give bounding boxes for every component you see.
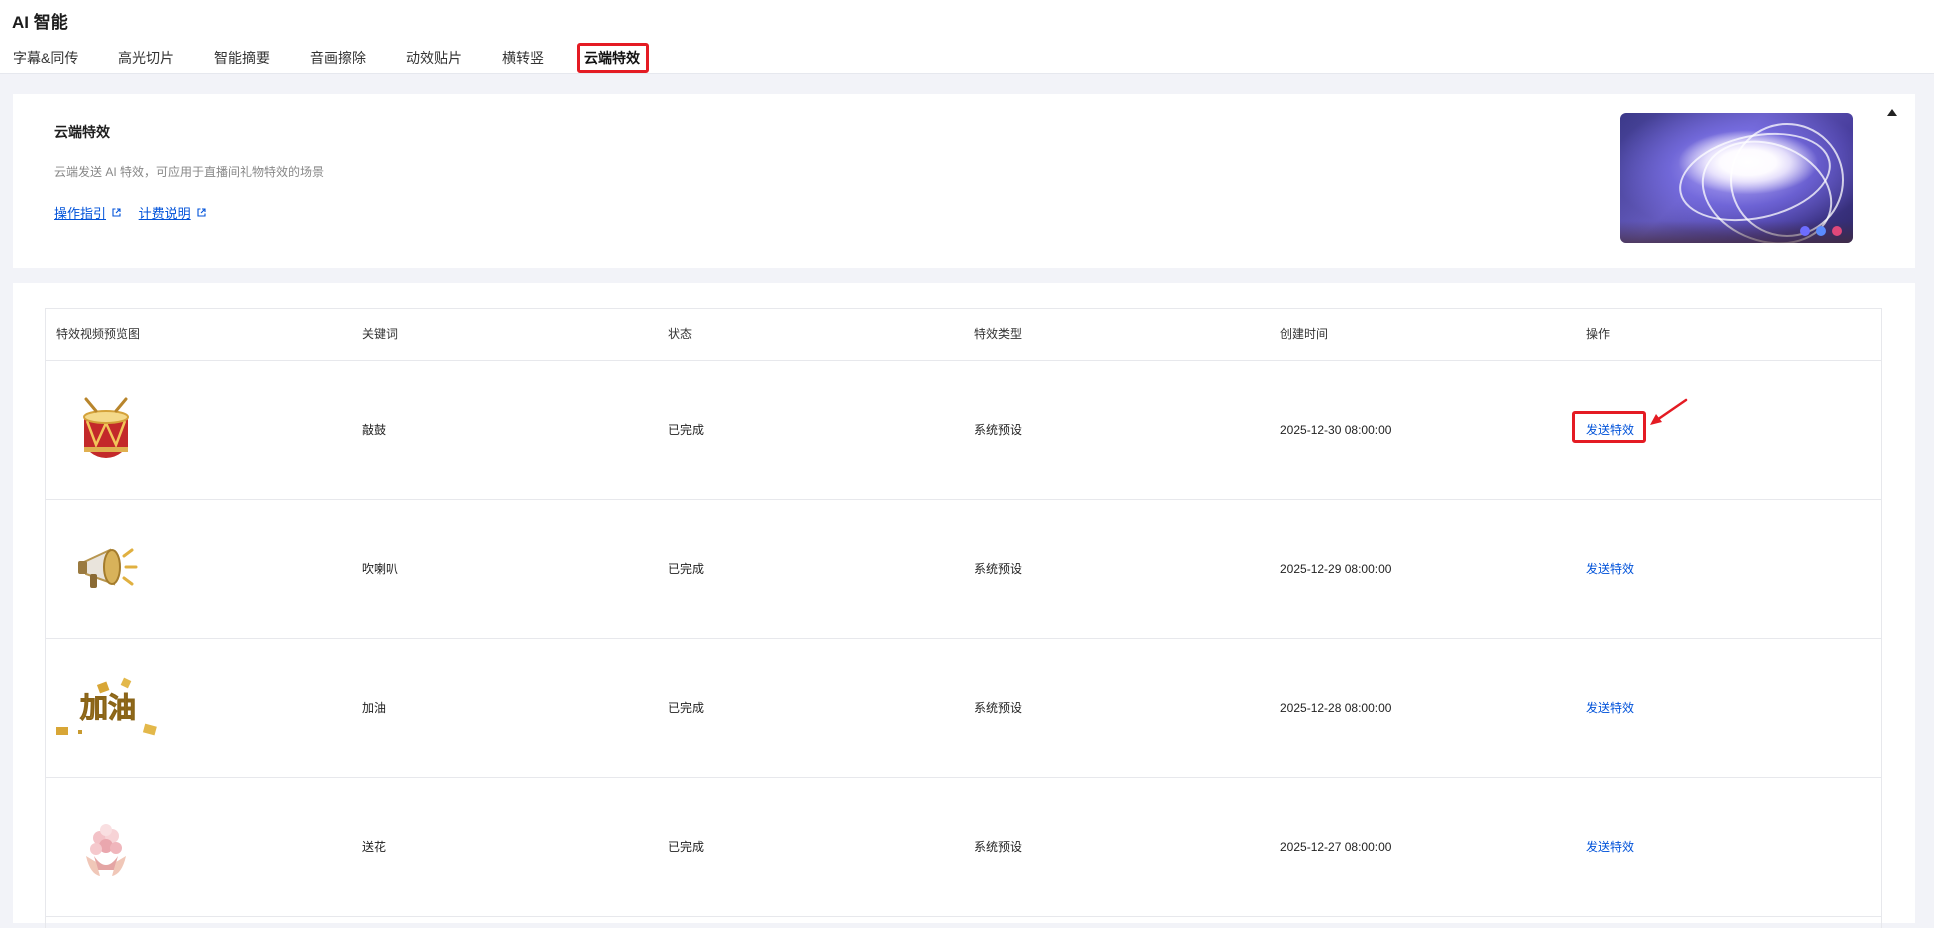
column-header-actions: 操作 xyxy=(1586,327,1611,341)
column-header-status: 状态 xyxy=(668,327,693,341)
created-cell: 2025-12-30 08:00:00 xyxy=(1280,423,1392,437)
megaphone-icon xyxy=(56,500,166,638)
keyword-cell: 吹喇叭 xyxy=(362,562,399,576)
column-header-type: 特效类型 xyxy=(974,327,1023,341)
guide-link[interactable]: 操作指引 xyxy=(54,206,121,221)
column-header-created: 创建时间 xyxy=(1280,327,1329,341)
table-row: 送花 已完成 系统预设 2025-12-27 08:00:00 发送特效 xyxy=(46,778,1881,917)
billing-link[interactable]: 计费说明 xyxy=(139,206,206,221)
send-effect-button[interactable]: 发送特效 xyxy=(1586,500,1634,638)
type-cell: 系统预设 xyxy=(974,701,1023,715)
flower-bouquet-icon xyxy=(56,778,166,916)
type-cell: 系统预设 xyxy=(974,562,1023,576)
status-cell: 已完成 xyxy=(668,562,705,576)
effect-preview-image xyxy=(1620,113,1853,243)
page-title: AI 智能 xyxy=(12,13,68,32)
page-header: AI 智能 字幕&同传 高光切片 智能摘要 音画擦除 动效贴片 横转竖 云端特效 xyxy=(0,0,1934,74)
table-row: 吹喇叭 已完成 系统预设 2025-12-29 08:00:00 发送特效 xyxy=(46,500,1881,639)
column-header-keyword: 关键词 xyxy=(362,327,399,341)
tab-smart-summary[interactable]: 智能摘要 xyxy=(214,40,270,73)
table-header: 特效视频预览图 关键词 状态 特效类型 创建时间 操作 xyxy=(46,309,1881,361)
status-cell: 已完成 xyxy=(668,423,705,437)
tab-highlight-clips[interactable]: 高光切片 xyxy=(118,40,174,73)
external-link-icon xyxy=(112,208,121,217)
annotation-arrow-icon xyxy=(1650,398,1688,425)
drum-icon xyxy=(56,361,166,499)
status-cell: 已完成 xyxy=(668,701,705,715)
svg-text:加油: 加油 xyxy=(80,692,136,723)
intro-card: 云端特效 云端发送 AI 特效，可应用于直播间礼物特效的场景 操作指引 计费说明 xyxy=(13,94,1915,268)
external-link-icon xyxy=(197,208,206,217)
created-cell: 2025-12-29 08:00:00 xyxy=(1280,562,1392,576)
tab-landscape-to-portrait[interactable]: 横转竖 xyxy=(502,40,544,73)
intro-links: 操作指引 计费说明 xyxy=(54,203,220,222)
tab-subtitles[interactable]: 字幕&同传 xyxy=(13,40,78,73)
created-cell: 2025-12-27 08:00:00 xyxy=(1280,840,1392,854)
keyword-cell: 送花 xyxy=(362,840,387,854)
active-tab-annotation-box xyxy=(577,43,649,73)
effects-table-card: 特效视频预览图 关键词 状态 特效类型 创建时间 操作 敲鼓 已完成 系统预设 … xyxy=(13,283,1915,928)
table-row: 加油 加油 已完成 系统预设 2025-12-28 08:00:00 发送特效 xyxy=(46,639,1881,778)
keyword-cell: 加油 xyxy=(362,701,387,715)
intro-description: 云端发送 AI 特效，可应用于直播间礼物特效的场景 xyxy=(54,165,325,179)
tab-av-erase[interactable]: 音画擦除 xyxy=(310,40,366,73)
column-header-preview: 特效视频预览图 xyxy=(56,327,141,341)
jiayou-text-icon: 加油 xyxy=(56,639,166,777)
send-effect-button[interactable]: 发送特效 xyxy=(1586,639,1634,777)
effects-table: 特效视频预览图 关键词 状态 特效类型 创建时间 操作 敲鼓 已完成 系统预设 … xyxy=(45,308,1882,928)
keyword-cell: 敲鼓 xyxy=(362,423,387,437)
type-cell: 系统预设 xyxy=(974,840,1023,854)
intro-title: 云端特效 xyxy=(54,124,110,140)
tab-motion-sticker[interactable]: 动效贴片 xyxy=(406,40,462,73)
collapse-toggle-icon[interactable] xyxy=(1885,106,1899,120)
created-cell: 2025-12-28 08:00:00 xyxy=(1280,701,1392,715)
status-cell: 已完成 xyxy=(668,840,705,854)
send-effect-annotation-box xyxy=(1572,411,1646,443)
type-cell: 系统预设 xyxy=(974,423,1023,437)
send-effect-button[interactable]: 发送特效 xyxy=(1586,778,1634,916)
